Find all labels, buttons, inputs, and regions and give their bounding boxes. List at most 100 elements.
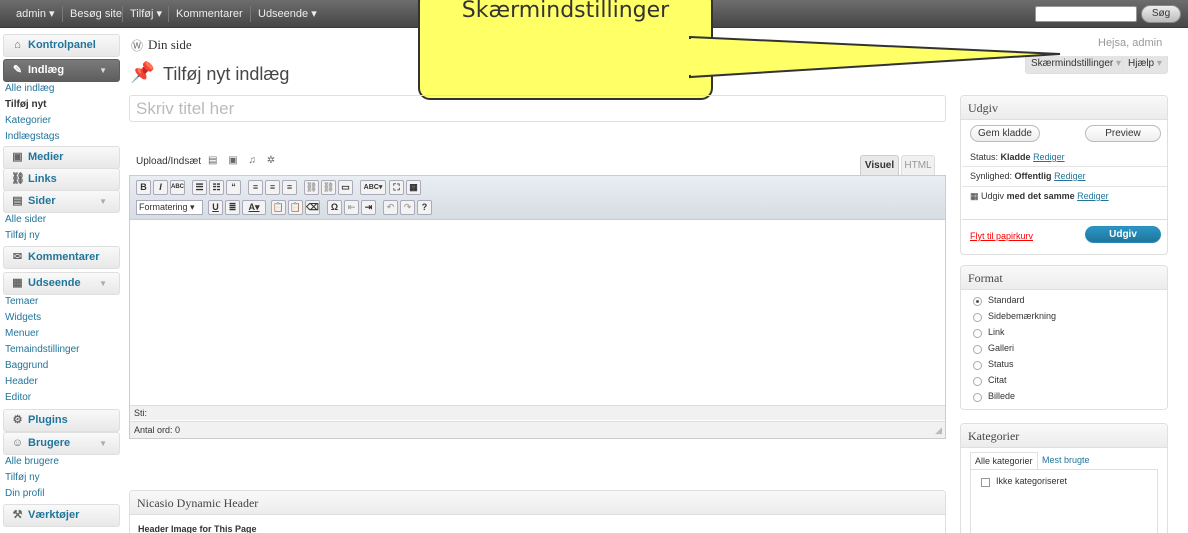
outdent-icon[interactable]: ⇤ [344,200,359,215]
format-box-title[interactable]: Format [961,266,1167,290]
underline-icon[interactable]: U [208,200,223,215]
sidebar-item-temaer[interactable]: Temaer [5,295,38,309]
edit-status-link[interactable]: Rediger [1033,152,1065,162]
sidebar-item-editor[interactable]: Editor [5,391,31,405]
preview-button[interactable]: Preview [1085,125,1161,142]
sidebar-item-indlaegstags[interactable]: Indlægstags [5,130,59,144]
eraser-icon[interactable]: ⌫ [305,200,320,215]
tab-all-categories[interactable]: Alle kategorier [970,452,1038,469]
post-title-input[interactable]: Skriv titel her [129,95,946,122]
menu-plugins[interactable]: ⚙ Plugins [3,409,120,432]
editor-content-area[interactable] [130,220,945,405]
sidebar-item-header[interactable]: Header [5,375,38,389]
sidebar-item-tilfoej-ny-side[interactable]: Tilføj ny [5,229,40,243]
admin-bar-comments[interactable]: Kommentarer [168,0,251,28]
format-radio-status[interactable] [973,361,982,370]
justify-icon[interactable]: ≣ [225,200,240,215]
bullet-list-icon[interactable]: ☰ [192,180,207,195]
spellcheck-icon[interactable]: ABC▾ [360,180,386,195]
redo-icon[interactable]: ↷ [400,200,415,215]
sidebar-item-menuer[interactable]: Menuer [5,327,39,341]
numbered-list-icon[interactable]: ☷ [209,180,224,195]
format-select[interactable]: Formatering ▾ [136,200,203,215]
menu-label: Links [28,173,57,185]
save-draft-button[interactable]: Gem kladde [970,125,1040,142]
italic-icon[interactable]: I [153,180,168,195]
menu-medier[interactable]: ▣ Medier [3,146,120,169]
menu-label: Medier [28,151,64,163]
align-center-icon[interactable]: ≡ [265,180,280,195]
annotation-callout: Skærmindstillinger [418,0,1061,100]
admin-bar-visit-site[interactable]: Besøg site [62,0,130,28]
format-radio-link[interactable] [973,329,982,338]
admin-bar-appearance[interactable]: Udseende ▾ [250,0,325,28]
media-upload-icons[interactable]: ▤ ▣ ♫ ✲ [208,155,279,166]
undo-icon[interactable]: ↶ [383,200,398,215]
tab-visual[interactable]: Visuel [860,155,899,175]
link-icon[interactable]: ⛓ [304,180,319,195]
publish-button[interactable]: Udgiv [1085,226,1161,243]
paste-word-icon[interactable]: 📋 [288,200,303,215]
nicasio-header-title[interactable]: Nicasio Dynamic Header [130,491,945,515]
sidebar-item-temaindstillinger[interactable]: Temaindstillinger [5,343,79,357]
site-name-link[interactable]: Din side [148,37,192,53]
chevron-down-icon[interactable]: ▼ [99,191,107,212]
category-checkbox[interactable] [981,478,990,487]
edit-schedule-link[interactable]: Rediger [1077,191,1109,201]
more-tag-icon[interactable]: ▭ [338,180,353,195]
screen-options-button[interactable]: Skærmindstillinger ▾ [1025,56,1128,74]
format-radio-image[interactable] [973,393,982,402]
move-to-trash-link[interactable]: Flyt til papirkurv [970,231,1033,241]
chevron-down-icon[interactable]: ▼ [99,273,107,294]
help-icon[interactable]: ? [417,200,432,215]
howdy-greeting[interactable]: Hejsa, admin [1098,37,1162,49]
edit-visibility-link[interactable]: Rediger [1054,171,1086,181]
menu-vaerktoejer[interactable]: ⚒ Værktøjer [3,504,120,527]
admin-bar-add-new[interactable]: Tilføj ▾ [122,0,170,28]
tab-html[interactable]: HTML [901,155,935,175]
post-editor: B I ABC ☰ ☷ “ ≡ ≡ ≡ ⛓ ⛓ ▭ ABC▾ ⛶ ▦ Forma… [129,175,946,439]
blockquote-icon[interactable]: “ [226,180,241,195]
format-radio-aside[interactable] [973,313,982,322]
kitchen-sink-icon[interactable]: ▦ [406,180,421,195]
sidebar-item-tilfoej-ny-bruger[interactable]: Tilføj ny [5,471,40,485]
menu-sider[interactable]: ▤ Sider ▼ [3,190,120,213]
menu-kommentarer[interactable]: ✉ Kommentarer [3,246,120,269]
sidebar-item-alle-sider[interactable]: Alle sider [5,213,46,227]
special-char-icon[interactable]: Ω [327,200,342,215]
sidebar-item-widgets[interactable]: Widgets [5,311,41,325]
help-button[interactable]: Hjælp ▾ [1122,56,1168,74]
fullscreen-icon[interactable]: ⛶ [389,180,404,195]
menu-kontrolpanel[interactable]: ⌂ Kontrolpanel [3,34,120,57]
align-right-icon[interactable]: ≡ [282,180,297,195]
bold-icon[interactable]: B [136,180,151,195]
menu-brugere[interactable]: ☺ Brugere ▼ [3,432,120,455]
format-radio-quote[interactable] [973,377,982,386]
sidebar-item-din-profil[interactable]: Din profil [5,487,44,501]
sidebar-item-alle-indlaeg[interactable]: Alle indlæg [5,82,54,96]
align-left-icon[interactable]: ≡ [248,180,263,195]
admin-bar-search-button[interactable]: Søg [1141,5,1181,23]
chevron-down-icon[interactable]: ▼ [99,60,107,81]
menu-indlaeg[interactable]: ✎ Indlæg ▼ [3,59,120,82]
menu-links[interactable]: ⛓ Links [3,168,120,191]
unlink-icon[interactable]: ⛓ [321,180,336,195]
format-radio-gallery[interactable] [973,345,982,354]
paste-text-icon[interactable]: 📋 [271,200,286,215]
sidebar-item-baggrund[interactable]: Baggrund [5,359,48,373]
format-radio-standard[interactable] [973,297,982,306]
tab-most-used[interactable]: Mest brugte [1042,452,1090,468]
menu-udseende[interactable]: ▦ Udseende ▼ [3,272,120,295]
sidebar-item-alle-brugere[interactable]: Alle brugere [5,455,59,469]
categories-box-title[interactable]: Kategorier [961,424,1167,448]
admin-bar-search-input[interactable] [1035,6,1137,22]
sidebar-item-tilfoej-nyt[interactable]: Tilføj nyt [5,98,46,112]
resize-handle-icon[interactable]: ◢ [935,422,942,438]
chevron-down-icon[interactable]: ▼ [99,433,107,454]
text-color-icon[interactable]: A▾ [242,200,266,215]
admin-bar-account[interactable]: admin ▾ [8,0,63,28]
publish-box-title[interactable]: Udgiv [961,96,1167,120]
indent-icon[interactable]: ⇥ [361,200,376,215]
strikethrough-icon[interactable]: ABC [170,180,185,195]
sidebar-item-kategorier[interactable]: Kategorier [5,114,51,128]
